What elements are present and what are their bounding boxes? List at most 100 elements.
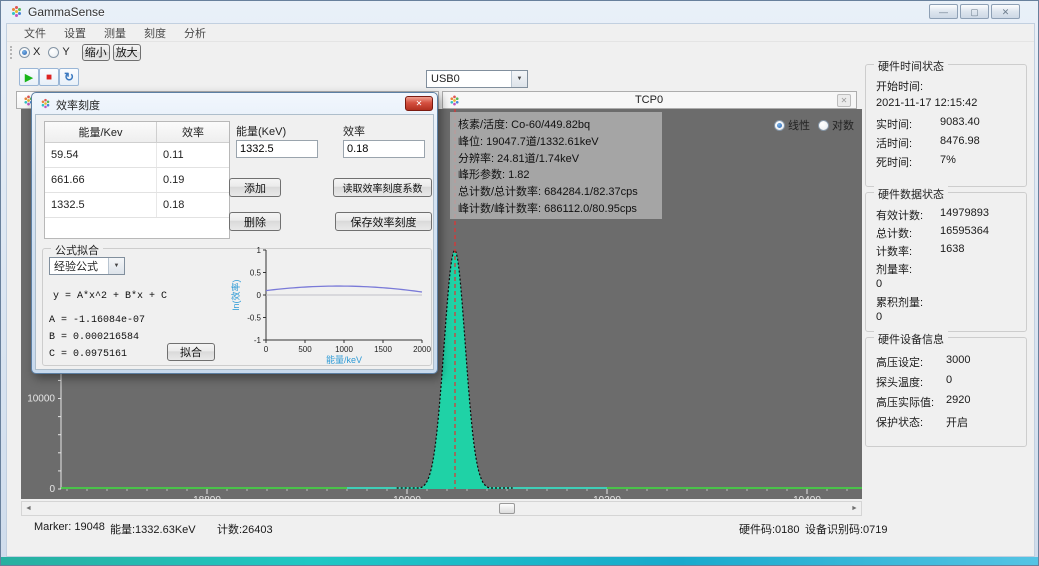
dead-time-value: 7% [940, 154, 956, 170]
device-select-value: USB0 [427, 73, 511, 85]
log-scale-radio[interactable] [818, 120, 829, 131]
axis-x-radio[interactable] [19, 47, 30, 58]
dialog-icon [40, 98, 51, 109]
maximize-button[interactable]: ▢ [960, 4, 989, 19]
scroll-right-button[interactable]: ► [848, 502, 861, 515]
cell-energy-2: 1332.5 [45, 193, 157, 217]
energy-field-label: 能量(KeV) [236, 123, 286, 139]
col-header-efficiency[interactable]: 效率 [157, 122, 229, 142]
axis-y-radio[interactable] [48, 47, 59, 58]
cell-eff-0: 0.11 [157, 143, 229, 167]
device-select[interactable]: USB0 ▼ [426, 70, 528, 88]
start-time-datetime: 2021-11-17 12:15:42 [876, 97, 977, 109]
hardware-data-status-title: 硬件数据状态 [874, 186, 948, 202]
close-button[interactable]: ✕ [991, 4, 1020, 19]
status-marker: Marker: 19048 [34, 521, 105, 533]
valid-counts-label: 有效计数: [876, 207, 940, 223]
svg-text:-1: -1 [254, 336, 262, 345]
info-nuclide-activity: 核素/活度: Co-60/449.82bq [458, 117, 654, 134]
table-row[interactable]: 59.54 0.11 [45, 143, 229, 168]
formula-fit-title: 公式拟合 [51, 242, 103, 258]
dialog-title: 效率刻度 [56, 97, 100, 113]
svg-text:能量/keV: 能量/keV [326, 354, 362, 365]
tab-tcp0[interactable]: TCP0 ✕ [442, 91, 857, 109]
svg-text:0: 0 [49, 484, 55, 495]
menu-file[interactable]: 文件 [15, 23, 55, 43]
hv-actual-label: 高压实际值: [876, 394, 946, 410]
live-time-label: 活时间: [876, 135, 940, 151]
accumulated-dose-value: 0 [876, 311, 882, 323]
col-header-energy[interactable]: 能量/Kev [45, 122, 157, 142]
hardware-time-status-title: 硬件时间状态 [874, 58, 948, 74]
svg-text:-0.5: -0.5 [247, 314, 261, 323]
table-row[interactable]: 661.66 0.19 [45, 168, 229, 193]
scroll-right-icon: ► [851, 505, 858, 512]
scale-radios: 线性 对数 [774, 117, 862, 133]
window-titlebar[interactable]: GammaSense — ▢ ✕ [1, 1, 1038, 23]
status-counts: 计数:26403 [217, 521, 273, 537]
tab-tcp0-icon [449, 94, 461, 106]
calibration-table[interactable]: 能量/Kev 效率 59.54 0.11 661.66 0.19 1332.5 … [44, 121, 230, 239]
menu-calibration[interactable]: 刻度 [135, 23, 175, 43]
refresh-button[interactable]: ↻ [59, 68, 79, 86]
cell-eff-2: 0.18 [157, 193, 229, 217]
fit-plot: -1-0.500.510500100015002000ln(效率)能量/keV [229, 245, 431, 367]
count-rate-value: 1638 [940, 243, 964, 259]
scroll-left-button[interactable]: ◄ [22, 502, 35, 515]
info-peak-counts: 峰计数/峰计数率: 686112.0/80.95cps [458, 201, 654, 218]
dose-rate-value: 0 [876, 278, 882, 290]
acquisition-toolbar: ▶ ■ ↻ [19, 68, 79, 86]
svg-text:18800: 18800 [193, 495, 221, 499]
dialog-close-button[interactable]: ✕ [405, 96, 433, 111]
dead-time-label: 死时间: [876, 154, 940, 170]
app-window: GammaSense — ▢ ✕ 文件 设置 测量 刻度 分析 X Y 缩小 放… [0, 0, 1039, 566]
scroll-thumb[interactable] [499, 503, 515, 514]
minimize-icon: — [939, 7, 948, 17]
chevron-down-icon: ▼ [511, 71, 527, 87]
total-counts-value: 16595364 [940, 225, 989, 241]
energy-input[interactable] [236, 140, 318, 158]
svg-text:ln(效率): ln(效率) [230, 279, 241, 310]
linear-scale-radio[interactable] [774, 120, 785, 131]
info-peak-position: 峰位: 19047.7道/1332.61keV [458, 134, 654, 151]
delete-button[interactable]: 删除 [229, 212, 281, 231]
play-icon: ▶ [25, 71, 33, 84]
close-icon: ✕ [1002, 7, 1010, 17]
stop-button[interactable]: ■ [39, 68, 59, 86]
start-time-label: 开始时间: [876, 78, 940, 94]
zoom-in-button[interactable]: 放大 [113, 44, 141, 61]
refresh-icon: ↻ [64, 70, 74, 84]
svg-text:1500: 1500 [374, 345, 392, 354]
accumulated-dose-label: 累积剂量: [876, 294, 923, 310]
peak-info-panel: 核素/活度: Co-60/449.82bq 峰位: 19047.7道/1332.… [450, 112, 662, 219]
dose-rate-label: 剂量率: [876, 261, 912, 277]
fit-button[interactable]: 拟合 [167, 343, 215, 361]
real-time-label: 实时间: [876, 116, 940, 132]
add-button[interactable]: 添加 [229, 178, 281, 197]
count-rate-label: 计数率: [876, 243, 940, 259]
table-row[interactable]: 1332.5 0.18 [45, 193, 229, 218]
hv-setting-value: 3000 [946, 354, 970, 370]
menu-analysis[interactable]: 分析 [175, 23, 215, 43]
total-counts-label: 总计数: [876, 225, 940, 241]
efficiency-calibration-dialog: 效率刻度 ✕ 能量/Kev 效率 59.54 0.11 661.66 0.19 [31, 92, 438, 374]
svg-text:2000: 2000 [413, 345, 431, 354]
start-button[interactable]: ▶ [19, 68, 39, 86]
minimize-button[interactable]: — [929, 4, 958, 19]
efficiency-input[interactable] [343, 140, 425, 158]
tab-tcp0-label: TCP0 [461, 94, 837, 106]
efficiency-field-label: 效率 [343, 123, 365, 139]
linear-scale-label: 线性 [788, 117, 810, 133]
menu-measure[interactable]: 测量 [95, 23, 135, 43]
horizontal-scrollbar[interactable]: ◄ ► [21, 501, 862, 516]
status-energy: 能量:1332.63KeV [110, 521, 196, 537]
save-calibration-button[interactable]: 保存效率刻度 [335, 212, 432, 231]
log-scale-label: 对数 [832, 117, 854, 133]
formula-type-select[interactable]: 经验公式 ▼ [49, 257, 125, 275]
menu-settings[interactable]: 设置 [55, 23, 95, 43]
zoom-out-button[interactable]: 缩小 [82, 44, 110, 61]
live-time-value: 8476.98 [940, 135, 980, 151]
read-coefficients-button[interactable]: 读取效率刻度系数 [333, 178, 432, 197]
dialog-titlebar[interactable]: 效率刻度 [32, 93, 437, 113]
dialog-body: 能量/Kev 效率 59.54 0.11 661.66 0.19 1332.5 … [35, 114, 434, 370]
